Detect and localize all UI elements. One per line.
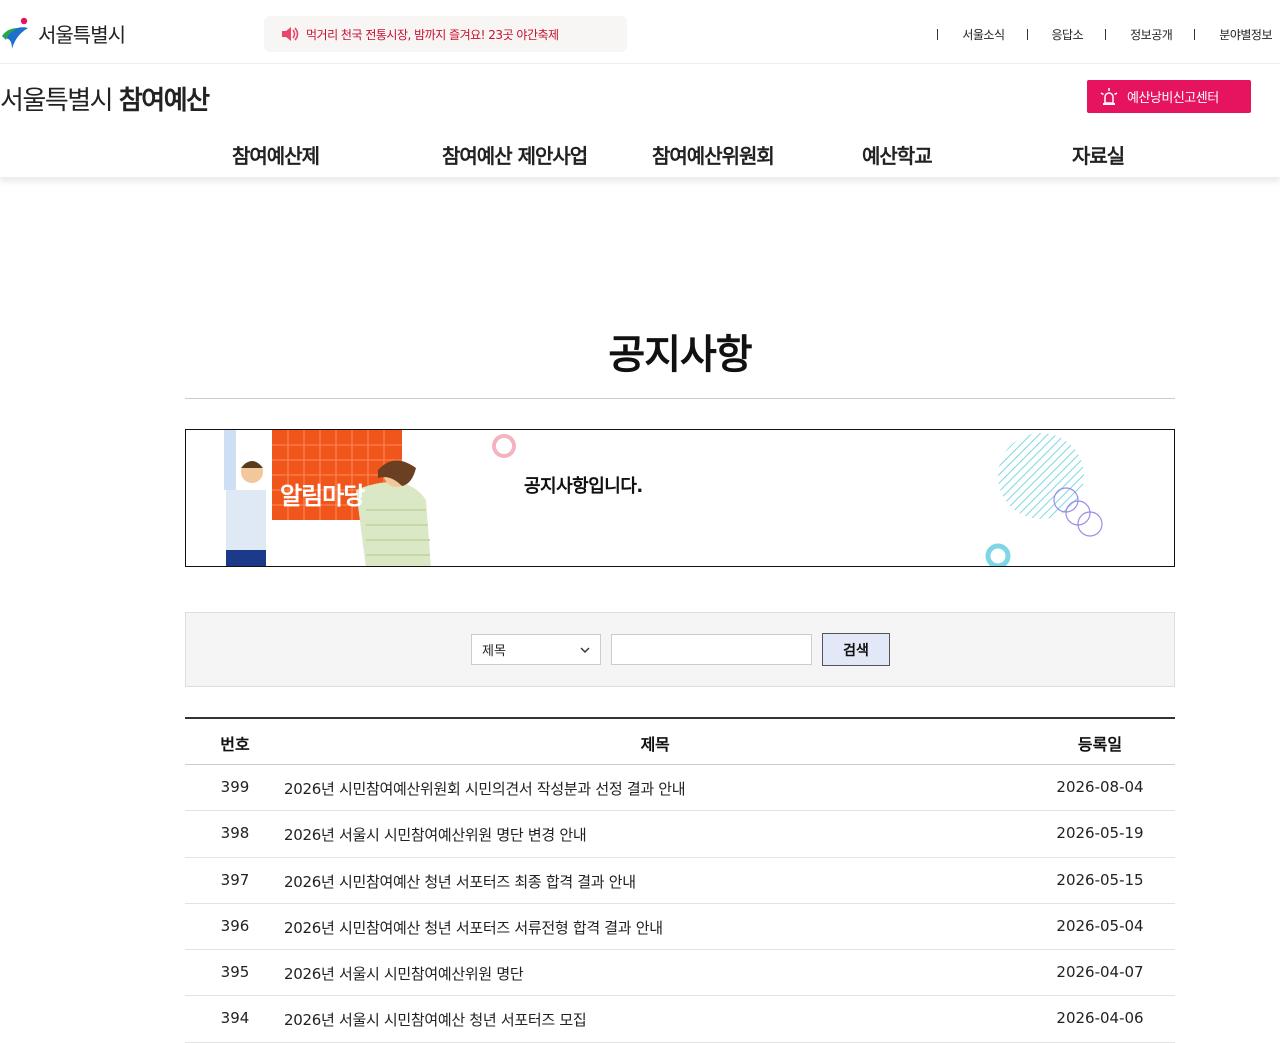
row-date: 2026-08-04	[1056, 778, 1144, 796]
notice-ticker[interactable]: 먹거리 천국 전통시장, 밤까지 즐겨요! 23곳 야간축제	[264, 16, 627, 52]
budget-waste-report-button[interactable]: 예산낭비신고센터	[1087, 80, 1251, 113]
title-divider	[185, 398, 1175, 399]
table-row: 397 2026년 시민참여예산 청년 서포터즈 최종 합격 결과 안내 202…	[185, 858, 1175, 904]
header-title: 제목	[640, 735, 670, 754]
nav-item-participatory-budget[interactable]: 참여예산제	[232, 140, 320, 169]
seoul-logo[interactable]: 서울특별시	[0, 16, 126, 50]
main-navigation: 참여예산제 참여예산 제안사업 참여예산위원회 예산학교 자료실	[0, 128, 1280, 178]
search-panel: 제목 검색	[185, 612, 1175, 687]
notice-banner: 알림마당 공지사항입니다.	[185, 429, 1175, 567]
table-row: 398 2026년 서울시 시민참여예산위원 명단 변경 안내 2026-05-…	[185, 811, 1175, 858]
row-title-link[interactable]: 2026년 서울시 시민참여예산위원 명단	[284, 963, 524, 984]
search-select-value: 제목	[482, 644, 506, 659]
site-title[interactable]: 서울특별시 참여예산	[0, 80, 210, 117]
page-title: 공지사항	[608, 332, 752, 378]
row-title-link[interactable]: 2026년 서울시 시민참여예산 청년 서포터즈 모집	[284, 1009, 587, 1030]
header-date: 등록일	[1077, 735, 1123, 754]
notice-table: 번호 제목 등록일 399 2026년 시민참여예산위원회 시민의견서 작성분과…	[185, 717, 1175, 1043]
nav-item-archive[interactable]: 자료실	[1072, 140, 1125, 169]
top-bar: 서울특별시 먹거리 천국 전통시장, 밤까지 즐겨요! 23곳 야간축제 서울소…	[0, 0, 1280, 64]
table-row: 395 2026년 서울시 시민참여예산위원 명단 2026-04-07	[185, 950, 1175, 997]
table-row: 399 2026년 시민참여예산위원회 시민의견서 작성분과 선정 결과 안내 …	[185, 765, 1175, 812]
row-date: 2026-04-06	[1056, 1009, 1144, 1028]
row-date: 2026-04-07	[1056, 963, 1144, 982]
siren-icon	[1100, 87, 1118, 105]
row-title-link[interactable]: 2026년 시민참여예산위원회 시민의견서 작성분과 선정 결과 안내	[284, 778, 686, 799]
nav-item-proposal-projects[interactable]: 참여예산 제안사업	[442, 140, 588, 169]
table-row: 394 2026년 서울시 시민참여예산 청년 서포터즈 모집 2026-04-…	[185, 996, 1175, 1043]
row-title-link[interactable]: 2026년 시민참여예산 청년 서포터즈 최종 합격 결과 안내	[284, 871, 636, 892]
row-number: 399	[220, 778, 250, 796]
util-link-info-disclosure[interactable]: 정보공개	[1130, 26, 1173, 43]
logo-text: 서울특별시	[38, 22, 126, 47]
util-link-seoul-news[interactable]: 서울소식	[962, 26, 1005, 43]
search-input[interactable]	[611, 634, 812, 665]
notice-text: 먹거리 천국 전통시장, 밤까지 즐겨요! 23곳 야간축제	[306, 27, 559, 42]
banner-text: 공지사항입니다.	[524, 476, 643, 497]
banner-image-label: 알림마당	[280, 482, 365, 510]
row-date: 2026-05-15	[1056, 870, 1144, 889]
util-link-eungdapso[interactable]: 응답소	[1052, 26, 1084, 43]
table-header: 번호 제목 등록일	[185, 719, 1175, 765]
nav-item-budget-school[interactable]: 예산학교	[862, 140, 933, 169]
row-number: 395	[220, 963, 250, 982]
row-number: 396	[220, 916, 250, 935]
row-date: 2026-05-04	[1056, 916, 1144, 935]
seoul-logo-icon	[2, 17, 28, 49]
chevron-down-icon	[580, 647, 590, 653]
row-date: 2026-05-19	[1056, 824, 1144, 843]
report-button-label: 예산낭비신고센터	[1127, 91, 1219, 106]
speaker-icon	[282, 27, 299, 41]
search-button[interactable]: 검색	[822, 633, 890, 666]
row-number: 398	[220, 824, 250, 843]
row-number: 397	[220, 870, 250, 889]
row-number: 394	[220, 1009, 250, 1028]
nav-item-committee[interactable]: 참여예산위원회	[652, 140, 775, 169]
utility-links: 서울소식 응답소 정보공개 분야별정보	[937, 26, 1272, 43]
row-title-link[interactable]: 2026년 시민참여예산 청년 서포터즈 서류전형 합격 결과 안내	[284, 917, 663, 938]
util-link-field-info[interactable]: 분야별정보	[1219, 26, 1272, 43]
search-field-select[interactable]: 제목	[471, 634, 601, 665]
row-title-link[interactable]: 2026년 서울시 시민참여예산위원 명단 변경 안내	[284, 824, 587, 845]
table-row: 396 2026년 시민참여예산 청년 서포터즈 서류전형 합격 결과 안내 2…	[185, 904, 1175, 951]
